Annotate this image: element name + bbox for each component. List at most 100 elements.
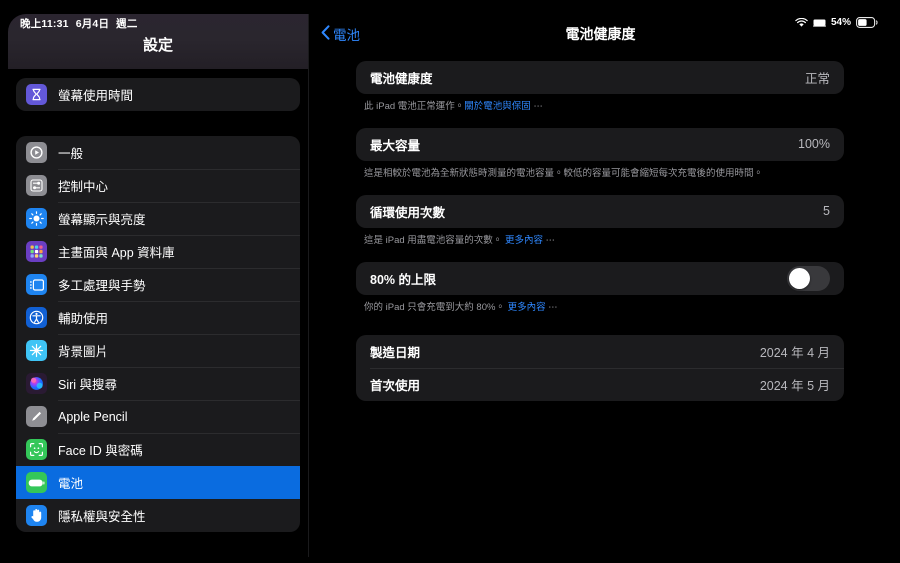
- sidebar-item-label: 背景圖片: [58, 345, 109, 359]
- settings-card: 製造日期 2024 年 4 月首次使用 2024 年 5 月: [356, 334, 844, 401]
- sidebar-item-label: 螢幕顯示與亮度: [58, 213, 146, 227]
- section-footnote: 這是相較於電池為全新狀態時測量的電池容量。較低的容量可能會縮短每次充電後的使用時…: [356, 161, 844, 180]
- battery-health-sections: 電池健康度 正常此 iPad 電池正常運作。關於電池與保固 ⋯ 最大容量 100% 這是…: [309, 54, 892, 401]
- hand-raised-icon: [26, 505, 47, 526]
- settings-sidebar: 晚上11:31 6月4日 週二 設定 螢幕使用時間 一般控制中心螢幕顯示與亮度主畫…: [8, 14, 308, 557]
- wallpaper-icon: [26, 340, 47, 361]
- sidebar-item-5[interactable]: 多工處理與手勢: [16, 268, 300, 301]
- footnote-link[interactable]: 關於電池與保固: [464, 101, 531, 112]
- pencil-icon: [26, 406, 47, 427]
- back-button-label: 電池: [333, 28, 360, 43]
- footnote-text: 你的 iPad 只會充電到大約 80%。: [364, 301, 508, 313]
- settings-row[interactable]: 最大容量 100%: [356, 128, 844, 161]
- footnote-text: 這是相較於電池為全新狀態時測量的電池容量。較低的容量可能會縮短每次充電後的使用時…: [364, 167, 764, 179]
- footnote-text: 這是 iPad 用盡電池容量的次數。: [364, 234, 505, 246]
- settings-row[interactable]: 循環使用次數 5: [356, 195, 844, 228]
- sidebar-item-label: Apple Pencil: [58, 409, 128, 424]
- ipad-screen: 晚上11:31 6月4日 週二 設定 螢幕使用時間 一般控制中心螢幕顯示與亮度主畫…: [0, 0, 900, 563]
- sidebar-item-12[interactable]: 隱私權與安全性: [16, 499, 300, 532]
- control-center-icon: [26, 175, 47, 196]
- row-label: 循環使用次數: [370, 205, 446, 220]
- sidebar-item-4[interactable]: 主畫面與 App 資料庫: [16, 235, 300, 268]
- sidebar-group-list: 螢幕使用時間 一般控制中心螢幕顯示與亮度主畫面與 App 資料庫 多工處理與手勢 輔助…: [8, 69, 308, 557]
- sidebar-group: 一般控制中心螢幕顯示與亮度主畫面與 App 資料庫 多工處理與手勢 輔助使用背景圖片…: [16, 136, 300, 532]
- sidebar-item-6[interactable]: 輔助使用: [16, 301, 300, 334]
- footnote-ellipsis: ⋯: [530, 101, 543, 112]
- row-label: 電池健康度: [370, 72, 433, 86]
- section-footnote: 此 iPad 電池正常運作。關於電池與保固 ⋯: [356, 94, 844, 113]
- sidebar-item-1[interactable]: 螢幕使用時間: [16, 78, 300, 111]
- sidebar-item-label: Siri 與搜尋: [58, 378, 118, 392]
- row-label: 製造日期: [370, 345, 421, 360]
- status-time: 晚上11:31: [20, 18, 69, 30]
- multitasking-icon: [26, 274, 47, 295]
- row-value: 5: [823, 204, 830, 219]
- footnote-link[interactable]: 更多內容: [508, 302, 546, 313]
- hourglass-icon: [26, 84, 47, 105]
- sidebar-item-label: 隱私權與安全性: [58, 510, 146, 524]
- row-label: 首次使用: [370, 378, 421, 393]
- navigation-bar: 電池 電池健康度: [309, 14, 892, 54]
- settings-row[interactable]: 製造日期 2024 年 4 月: [356, 335, 844, 368]
- sidebar-item-11[interactable]: 電池: [16, 466, 300, 499]
- row-value: 2024 年 5 月: [759, 378, 830, 393]
- sidebar-item-label: 控制中心: [58, 180, 109, 194]
- footnote-ellipsis: ⋯: [545, 301, 558, 313]
- app-grid-icon: [26, 241, 47, 262]
- detail-panel: 54% 電池 電池健康度 電池健康度 正常 此 iPad 電池正常運作。關於電池…: [308, 14, 892, 557]
- sidebar-item-label: 主畫面與 App 資料庫: [58, 246, 175, 260]
- sidebar-group: 螢幕使用時間: [16, 78, 300, 111]
- sidebar-item-label: 螢幕使用時間: [58, 89, 134, 103]
- sidebar-item-label: 多工處理與手勢: [58, 279, 146, 293]
- sidebar-item-3[interactable]: 螢幕顯示與亮度: [16, 202, 300, 235]
- sidebar-item-7[interactable]: 背景圖片: [16, 334, 300, 367]
- siri-icon: [26, 373, 47, 394]
- battery-icon: [26, 472, 47, 493]
- sidebar-item-10[interactable]: Face ID 與密碼: [16, 433, 300, 466]
- sidebar-header: 晚上11:31 6月4日 週二 設定: [8, 14, 308, 69]
- status-bar-left: 晚上11:31 6月4日 週二: [20, 16, 138, 31]
- accessibility-icon: [26, 307, 47, 328]
- brightness-icon: [26, 208, 47, 229]
- settings-row[interactable]: 首次使用 2024 年 5 月: [356, 367, 844, 401]
- section-footnote: 你的 iPad 只會充電到大約 80%。 更多內容 ⋯: [356, 295, 844, 314]
- status-date: 6月4日: [75, 18, 110, 30]
- sidebar-item-8[interactable]: Siri 與搜尋: [16, 367, 300, 400]
- footnote-link[interactable]: 更多內容: [505, 235, 543, 246]
- device-viewport: 晚上11:31 6月4日 週二 設定 螢幕使用時間 一般控制中心螢幕顯示與亮度主畫…: [8, 14, 892, 557]
- charge-limit-toggle[interactable]: [787, 265, 830, 291]
- sidebar-item-label: 輔助使用: [58, 312, 109, 326]
- section-footnote: 這是 iPad 用盡電池容量的次數。 更多內容 ⋯: [356, 228, 844, 247]
- page-title: 設定: [142, 37, 173, 54]
- gear-icon: [26, 142, 47, 163]
- sidebar-item-label: 一般: [58, 147, 84, 161]
- sidebar-item-label: 電池: [58, 477, 84, 491]
- sidebar-item-2[interactable]: 控制中心: [16, 169, 300, 202]
- settings-card: 最大容量 100%: [356, 127, 844, 161]
- sidebar-item-1[interactable]: 一般: [16, 136, 300, 169]
- sidebar-item-label: Face ID 與密碼: [58, 444, 143, 458]
- row-value: 100%: [798, 137, 830, 152]
- status-weekday: 週二: [116, 18, 138, 30]
- row-label: 80% 的上限: [370, 272, 436, 287]
- settings-card: 80% 的上限: [356, 261, 844, 295]
- settings-row: 80% 的上限: [356, 262, 844, 295]
- row-label: 最大容量: [370, 138, 421, 153]
- sidebar-item-9[interactable]: Apple Pencil: [16, 400, 300, 433]
- back-button[interactable]: 電池: [321, 24, 360, 44]
- settings-card: 循環使用次數 5: [356, 194, 844, 228]
- row-value: 正常: [804, 72, 830, 86]
- toggle-knob: [789, 267, 810, 289]
- face-id-icon: [26, 439, 47, 460]
- detail-title: 電池健康度: [565, 26, 636, 42]
- footnote-text: 此 iPad 電池正常運作。: [364, 101, 465, 112]
- settings-card: 電池健康度 正常: [356, 61, 844, 94]
- row-value: 2024 年 4 月: [759, 345, 830, 360]
- settings-row[interactable]: 電池健康度 正常: [356, 61, 844, 94]
- footnote-ellipsis: ⋯: [542, 234, 556, 246]
- chevron-left-icon: [321, 25, 330, 43]
